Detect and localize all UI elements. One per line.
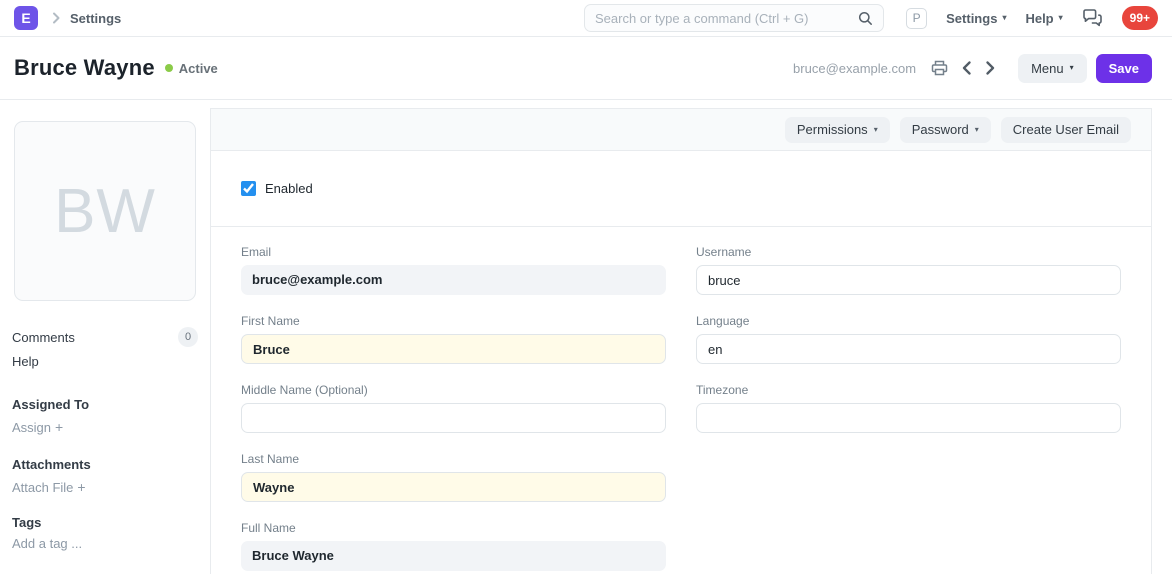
language-field-label: Language xyxy=(696,314,1121,328)
assign-button[interactable]: Assign + xyxy=(12,419,198,436)
menu-button[interactable]: Menu ▾ xyxy=(1018,54,1087,83)
last-name-input[interactable] xyxy=(241,472,666,502)
form-column-right: Username Language Timezone xyxy=(696,245,1121,574)
enabled-label[interactable]: Enabled xyxy=(265,181,313,196)
assign-label: Assign xyxy=(12,420,51,435)
chevron-down-icon: ▾ xyxy=(874,126,878,134)
add-tag-input[interactable]: Add a tag ... xyxy=(12,535,198,552)
plus-icon: + xyxy=(55,419,63,435)
status-badge: Active xyxy=(165,61,218,76)
user-image-upload[interactable]: BW xyxy=(14,121,196,301)
first-name-field-label: First Name xyxy=(241,314,666,328)
last-name-field-label: Last Name xyxy=(241,452,666,466)
chevron-down-icon: ▾ xyxy=(1002,14,1006,22)
document-id: bruce@example.com xyxy=(793,61,916,76)
attachments-heading: Attachments xyxy=(12,456,198,473)
enabled-section: Enabled xyxy=(211,151,1151,227)
language-field: Language xyxy=(696,314,1121,364)
navbar-help-dropdown[interactable]: Help ▾ xyxy=(1025,11,1062,26)
first-name-field: First Name xyxy=(241,314,666,364)
page-actions: bruce@example.com Menu ▾ Save xyxy=(793,54,1152,83)
navbar-settings-dropdown[interactable]: Settings ▾ xyxy=(946,11,1006,26)
page-title: Bruce Wayne xyxy=(14,55,155,81)
status-dot-icon xyxy=(165,64,173,72)
user-avatar[interactable]: P xyxy=(906,8,927,29)
timezone-input[interactable] xyxy=(696,403,1121,433)
menu-button-label: Menu xyxy=(1031,61,1064,76)
chevron-down-icon: ▾ xyxy=(975,126,979,134)
middle-name-field-label: Middle Name (Optional) xyxy=(241,383,666,397)
username-input[interactable] xyxy=(696,265,1121,295)
first-name-input[interactable] xyxy=(241,334,666,364)
print-icon[interactable] xyxy=(929,58,950,78)
app-logo-letter: E xyxy=(21,10,30,26)
form-toolbar: Permissions ▾ Password ▾ Create User Ema… xyxy=(211,109,1151,151)
notifications-badge[interactable]: 99+ xyxy=(1122,6,1158,30)
next-document-icon[interactable] xyxy=(983,59,998,77)
full-name-field: Full Name Bruce Wayne xyxy=(241,521,666,571)
breadcrumb-chevron-icon xyxy=(51,12,61,24)
sidebar-item-help[interactable]: Help xyxy=(12,353,198,370)
user-avatar-letter: P xyxy=(913,11,921,25)
chat-icon[interactable] xyxy=(1082,9,1103,27)
app-logo[interactable]: E xyxy=(14,6,38,30)
timezone-field: Timezone xyxy=(696,383,1121,433)
middle-name-input[interactable] xyxy=(241,403,666,433)
breadcrumb[interactable]: Settings xyxy=(70,11,121,26)
email-field: Email bruce@example.com xyxy=(241,245,666,295)
middle-name-field: Middle Name (Optional) xyxy=(241,383,666,433)
navbar-help-label: Help xyxy=(1025,11,1053,26)
navbar: E Settings P Settings ▾ Help ▾ xyxy=(0,0,1172,37)
username-field-label: Username xyxy=(696,245,1121,259)
create-user-email-button[interactable]: Create User Email xyxy=(1001,117,1131,143)
comments-count-badge: 0 xyxy=(178,327,198,347)
tags-heading: Tags xyxy=(12,514,198,531)
previous-document-icon[interactable] xyxy=(959,59,974,77)
chevron-down-icon: ▾ xyxy=(1059,14,1063,22)
assigned-to-heading: Assigned To xyxy=(12,396,198,413)
full-name-field-label: Full Name xyxy=(241,521,666,535)
avatar: BW xyxy=(54,176,156,247)
full-name-field-value: Bruce Wayne xyxy=(241,541,666,571)
username-field: Username xyxy=(696,245,1121,295)
plus-icon: + xyxy=(77,479,85,495)
email-field-value: bruce@example.com xyxy=(241,265,666,295)
user-settings-page: E Settings P Settings ▾ Help ▾ xyxy=(0,0,1172,574)
sidebar-item-comments[interactable]: Comments xyxy=(12,329,75,346)
chevron-down-icon: ▾ xyxy=(1070,64,1074,72)
enabled-checkbox[interactable] xyxy=(241,181,256,196)
language-input[interactable] xyxy=(696,334,1121,364)
navbar-settings-label: Settings xyxy=(946,11,997,26)
email-field-label: Email xyxy=(241,245,666,259)
attach-file-label: Attach File xyxy=(12,480,73,495)
form-card: Permissions ▾ Password ▾ Create User Ema… xyxy=(210,108,1152,574)
global-search[interactable] xyxy=(584,4,884,32)
search-input[interactable] xyxy=(595,11,858,26)
form-fields-section: Email bruce@example.com First Name Middl… xyxy=(211,227,1151,574)
permissions-dropdown[interactable]: Permissions ▾ xyxy=(785,117,890,143)
form-column-left: Email bruce@example.com First Name Middl… xyxy=(241,245,666,574)
create-user-email-label: Create User Email xyxy=(1013,122,1119,137)
status-label: Active xyxy=(179,61,218,76)
document-sidebar: BW Comments 0 Help Assigned To Assign + A… xyxy=(0,100,210,574)
navbar-right: P Settings ▾ Help ▾ 99+ xyxy=(906,6,1158,30)
permissions-label: Permissions xyxy=(797,122,868,137)
page-header: Bruce Wayne Active bruce@example.com Men… xyxy=(0,37,1172,100)
save-button[interactable]: Save xyxy=(1096,54,1152,83)
last-name-field: Last Name xyxy=(241,452,666,502)
password-label: Password xyxy=(912,122,969,137)
timezone-field-label: Timezone xyxy=(696,383,1121,397)
attach-file-button[interactable]: Attach File + xyxy=(12,479,198,496)
search-icon xyxy=(858,11,873,26)
password-dropdown[interactable]: Password ▾ xyxy=(900,117,991,143)
